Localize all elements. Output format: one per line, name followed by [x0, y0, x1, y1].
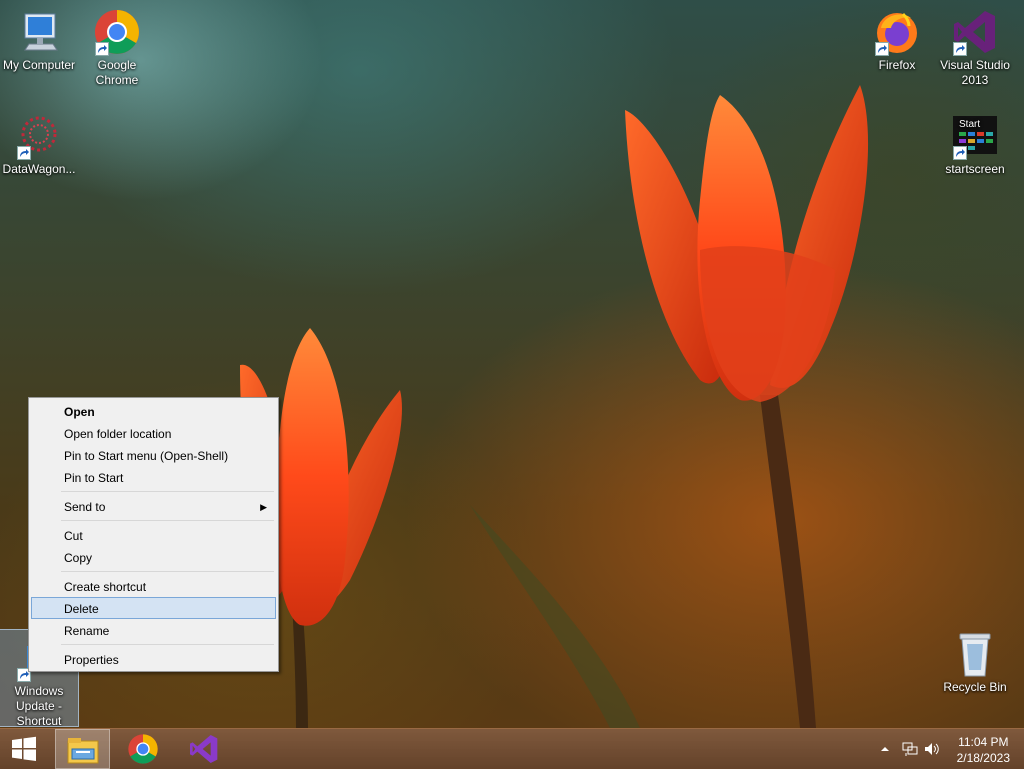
- menu-item-label: Cut: [64, 529, 83, 543]
- menu-item-pin-to-start[interactable]: Pin to Start: [31, 466, 276, 488]
- desktop-icon-label: Google Chrome: [95, 58, 139, 87]
- desktop-icon-startscreen[interactable]: Start startscreen: [936, 108, 1014, 177]
- menu-item-properties[interactable]: Properties: [31, 648, 276, 670]
- startscreen-icon: Start: [951, 112, 999, 160]
- desktop-icon-label: Visual Studio 2013: [940, 58, 1010, 87]
- desktop-icon-label: startscreen: [945, 162, 1005, 176]
- desktop-icon-recycle-bin[interactable]: Recycle Bin: [936, 626, 1014, 695]
- desktop-icon-firefox[interactable]: Firefox: [858, 4, 936, 73]
- shortcut-arrow-icon: [953, 42, 967, 56]
- menu-item-send-to[interactable]: Send to ▶: [31, 495, 276, 517]
- start-button[interactable]: [0, 729, 48, 769]
- desktop-icon-label: Firefox: [878, 58, 916, 72]
- shortcut-arrow-icon: [95, 42, 109, 56]
- menu-separator: [61, 520, 274, 521]
- menu-item-label: Create shortcut: [64, 580, 147, 594]
- visual-studio-icon: [951, 8, 999, 56]
- clock-time: 11:04 PM: [958, 735, 1009, 749]
- menu-item-open[interactable]: Open: [31, 400, 276, 422]
- menu-item-cut[interactable]: Cut: [31, 524, 276, 546]
- menu-item-label: Pin to Start: [64, 471, 124, 485]
- system-tray: 11:04 PM 2/18/2023: [864, 729, 1024, 769]
- visual-studio-taskbar-button[interactable]: [177, 729, 232, 769]
- desktop-icon-datawagon[interactable]: DataWagon...: [0, 108, 78, 177]
- menu-item-label: Pin to Start menu (Open-Shell): [64, 449, 229, 463]
- chevron-up-icon[interactable]: [880, 744, 890, 754]
- network-icon[interactable]: [902, 741, 918, 757]
- datawagon-icon: [15, 112, 63, 160]
- menu-item-label: Open: [64, 405, 95, 419]
- shortcut-arrow-icon: [875, 42, 889, 56]
- file-explorer-taskbar-button[interactable]: [55, 729, 110, 769]
- desktop-icon-visual-studio[interactable]: Visual Studio 2013: [936, 4, 1014, 88]
- desktop[interactable]: My Computer Google Chrome DataWagon... F…: [0, 0, 1024, 728]
- desktop-icon-label: DataWagon...: [2, 162, 76, 176]
- menu-separator: [61, 491, 274, 492]
- my-computer-icon: [15, 8, 63, 56]
- menu-item-create-shortcut[interactable]: Create shortcut: [31, 575, 276, 597]
- chrome-taskbar-button[interactable]: [116, 729, 171, 769]
- file-explorer-icon: [67, 738, 99, 764]
- menu-separator: [61, 644, 274, 645]
- shortcut-arrow-icon: [953, 146, 967, 160]
- desktop-icon-label: My Computer: [2, 58, 76, 72]
- menu-separator: [61, 571, 274, 572]
- menu-item-label: Delete: [64, 602, 99, 616]
- menu-item-label: Copy: [64, 551, 93, 565]
- menu-item-label: Rename: [64, 624, 110, 638]
- volume-icon[interactable]: [924, 741, 940, 757]
- startscreen-tile-text: Start: [959, 119, 980, 130]
- desktop-icon-google-chrome[interactable]: Google Chrome: [78, 4, 156, 88]
- menu-item-pin-to-start-menu-open-shell[interactable]: Pin to Start menu (Open-Shell): [31, 444, 276, 466]
- visual-studio-icon: [190, 735, 218, 763]
- context-menu: Open Open folder location Pin to Start m…: [28, 397, 279, 672]
- menu-item-label: Send to: [64, 500, 106, 514]
- chrome-icon: [93, 8, 141, 56]
- menu-item-label: Properties: [64, 653, 119, 667]
- menu-item-label: Open folder location: [64, 427, 172, 441]
- menu-item-rename[interactable]: Rename: [31, 619, 276, 641]
- firefox-icon: [873, 8, 921, 56]
- desktop-icon-label: Recycle Bin: [943, 680, 1007, 694]
- desktop-icon-my-computer[interactable]: My Computer: [0, 4, 78, 73]
- clock-date: 2/18/2023: [956, 751, 1010, 765]
- chrome-icon: [128, 734, 158, 764]
- submenu-arrow-icon: ▶: [260, 502, 267, 512]
- menu-item-open-folder-location[interactable]: Open folder location: [31, 422, 276, 444]
- windows-start-icon: [12, 736, 36, 761]
- menu-item-delete[interactable]: Delete: [31, 597, 276, 619]
- desktop-icon-label: Windows Update - Shortcut: [14, 684, 64, 728]
- shortcut-arrow-icon: [17, 146, 31, 160]
- recycle-bin-icon: [951, 630, 999, 678]
- menu-item-copy[interactable]: Copy: [31, 546, 276, 568]
- taskbar: 11:04 PM 2/18/2023: [0, 728, 1024, 769]
- taskbar-clock[interactable]: 11:04 PM 2/18/2023: [957, 734, 1010, 766]
